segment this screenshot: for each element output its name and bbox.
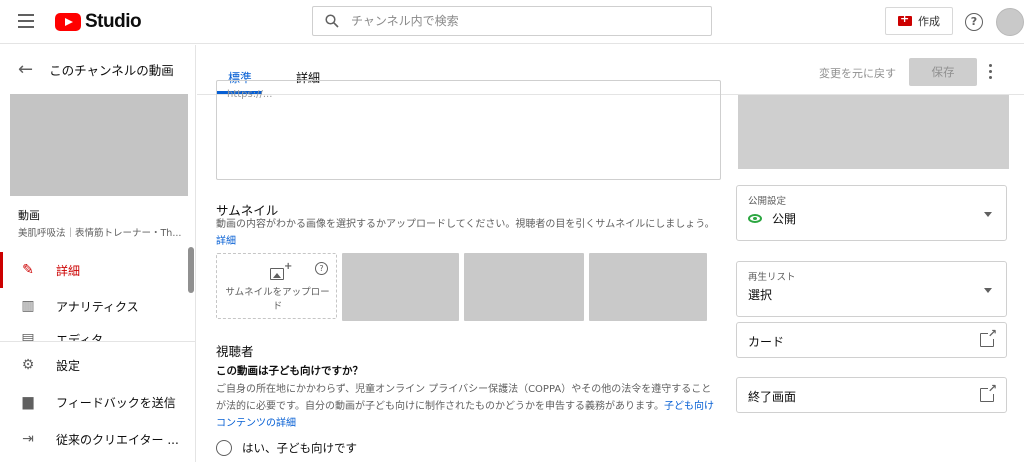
radio-label: はい、子ども向けです (242, 441, 357, 455)
playlist-value: 選択 (748, 288, 773, 302)
cards-button[interactable]: カード (736, 322, 1007, 358)
audience-heading: 視聴者 (216, 344, 254, 359)
create-button[interactable]: 作成 (885, 7, 953, 35)
sidebar-item-details[interactable]: ✎ 詳細 (0, 252, 196, 288)
open-in-new-icon (980, 327, 997, 347)
audience-helper-text: ご自身の所在地にかかわらず、児童オンライン プライバシー保護法（COPPA）やそ… (216, 384, 712, 412)
search-box[interactable] (312, 6, 712, 36)
sidebar-item-editor[interactable]: ▤ エディタ (0, 321, 196, 341)
menu-icon[interactable] (18, 14, 34, 28)
radio-button[interactable] (216, 440, 232, 456)
open-in-new-icon (980, 382, 997, 402)
end-screen-label: 終了画面 (748, 390, 797, 404)
description-field[interactable]: https://... (216, 80, 721, 180)
cards-label: カード (748, 335, 785, 349)
help-icon[interactable]: ? (965, 13, 983, 31)
sidebar-item-settings[interactable]: ⚙ 設定 (0, 347, 196, 383)
sidebar: ← このチャンネルの動画 動画 美肌呼吸法｜表情筋トレーナー・Th... ✎ 詳… (0, 45, 196, 462)
analytics-icon: ▥ (21, 298, 35, 314)
thumbnail-helper-text: 動画の内容がわかる画像を選択するかアップロードしてください。視聴者の目を引くサム… (216, 219, 715, 230)
search-icon (325, 14, 339, 28)
visibility-caption: 公開設定 (748, 196, 787, 207)
sidebar-item-label: 設定 (56, 358, 81, 373)
thumbnail-more-link[interactable]: 詳細 (216, 236, 236, 247)
back-label: このチャンネルの動画 (49, 62, 174, 78)
add-image-icon (270, 268, 284, 280)
visibility-value-text: 公開 (772, 212, 797, 226)
end-screen-button[interactable]: 終了画面 (736, 377, 1007, 413)
avatar[interactable] (996, 8, 1024, 36)
active-indicator (0, 252, 3, 288)
description-text: https://... (227, 89, 273, 100)
sidebar-item-label: 従来のクリエイター ... (56, 432, 179, 447)
back-arrow-icon: ← (18, 58, 34, 80)
sidebar-item-label: 詳細 (56, 263, 81, 278)
undo-changes-button[interactable]: 変更を元に戻す (819, 65, 896, 81)
sidebar-item-label: エディタ (56, 333, 104, 341)
feedback-icon: ▆ (22, 394, 34, 410)
playlist-caption: 再生リスト (748, 272, 796, 283)
caret-down-icon (984, 288, 992, 293)
sidebar-item-label: フィードバックを送信 (56, 395, 176, 410)
auto-thumbnail-3[interactable] (589, 253, 707, 321)
sidebar-item-analytics[interactable]: ▥ アナリティクス (0, 288, 196, 324)
video-heading: 動画 (18, 209, 40, 222)
studio-logo[interactable]: Studio (55, 10, 142, 34)
video-subtitle: 美肌呼吸法｜表情筋トレーナー・Th... (18, 228, 182, 239)
top-bar: Studio 作成 ? (0, 0, 1024, 44)
eye-icon (748, 214, 762, 223)
audience-helper: ご自身の所在地にかかわらず、児童オンライン プライバシー保護法（COPPA）やそ… (216, 381, 721, 432)
help-icon[interactable]: ? (315, 262, 328, 275)
gear-icon: ⚙ (21, 357, 35, 373)
classic-studio-icon: ⇥ (22, 431, 34, 447)
sidebar-item-classic-studio[interactable]: ⇥ 従来のクリエイター ... (0, 421, 196, 457)
auto-thumbnail-1[interactable] (342, 253, 459, 321)
save-button[interactable]: 保存 (909, 58, 977, 86)
pencil-icon: ✎ (22, 262, 34, 278)
create-label: 作成 (918, 15, 940, 28)
sidebar-scrollbar[interactable] (188, 247, 194, 293)
thumbnail-helper: 動画の内容がわかる画像を選択するかアップロードしてください。視聴者の目を引くサム… (216, 216, 721, 250)
playlist-select[interactable]: 再生リスト 選択 (736, 261, 1007, 317)
made-for-kids-yes-option[interactable]: はい、子ども向けです (216, 440, 357, 456)
caret-down-icon (984, 212, 992, 217)
made-for-kids-question: この動画は子ども向けですか？ (216, 365, 363, 377)
auto-thumbnail-2[interactable] (464, 253, 584, 321)
plus-icon: + (284, 261, 293, 272)
upload-thumbnail-label: サムネイルをアップロード (225, 287, 330, 312)
sidebar-item-label: アナリティクス (56, 299, 139, 314)
visibility-select[interactable]: 公開設定 公開 (736, 185, 1007, 241)
upload-thumbnail-button[interactable]: + ? サムネイルをアップロード (216, 253, 337, 319)
search-input[interactable] (351, 14, 671, 28)
sidebar-item-feedback[interactable]: ▆ フィードバックを送信 (0, 384, 196, 420)
more-options-icon[interactable] (989, 64, 993, 82)
create-video-icon (898, 12, 912, 26)
editor-icon: ▤ (21, 331, 35, 341)
back-to-channel-videos[interactable]: ← このチャンネルの動画 (0, 45, 196, 93)
youtube-play-icon (55, 13, 81, 31)
visibility-value: 公開 (748, 210, 796, 227)
divider (0, 341, 196, 342)
logo-text: Studio (85, 11, 142, 32)
video-thumbnail-preview[interactable] (10, 94, 188, 196)
video-link-panel (738, 95, 1009, 169)
